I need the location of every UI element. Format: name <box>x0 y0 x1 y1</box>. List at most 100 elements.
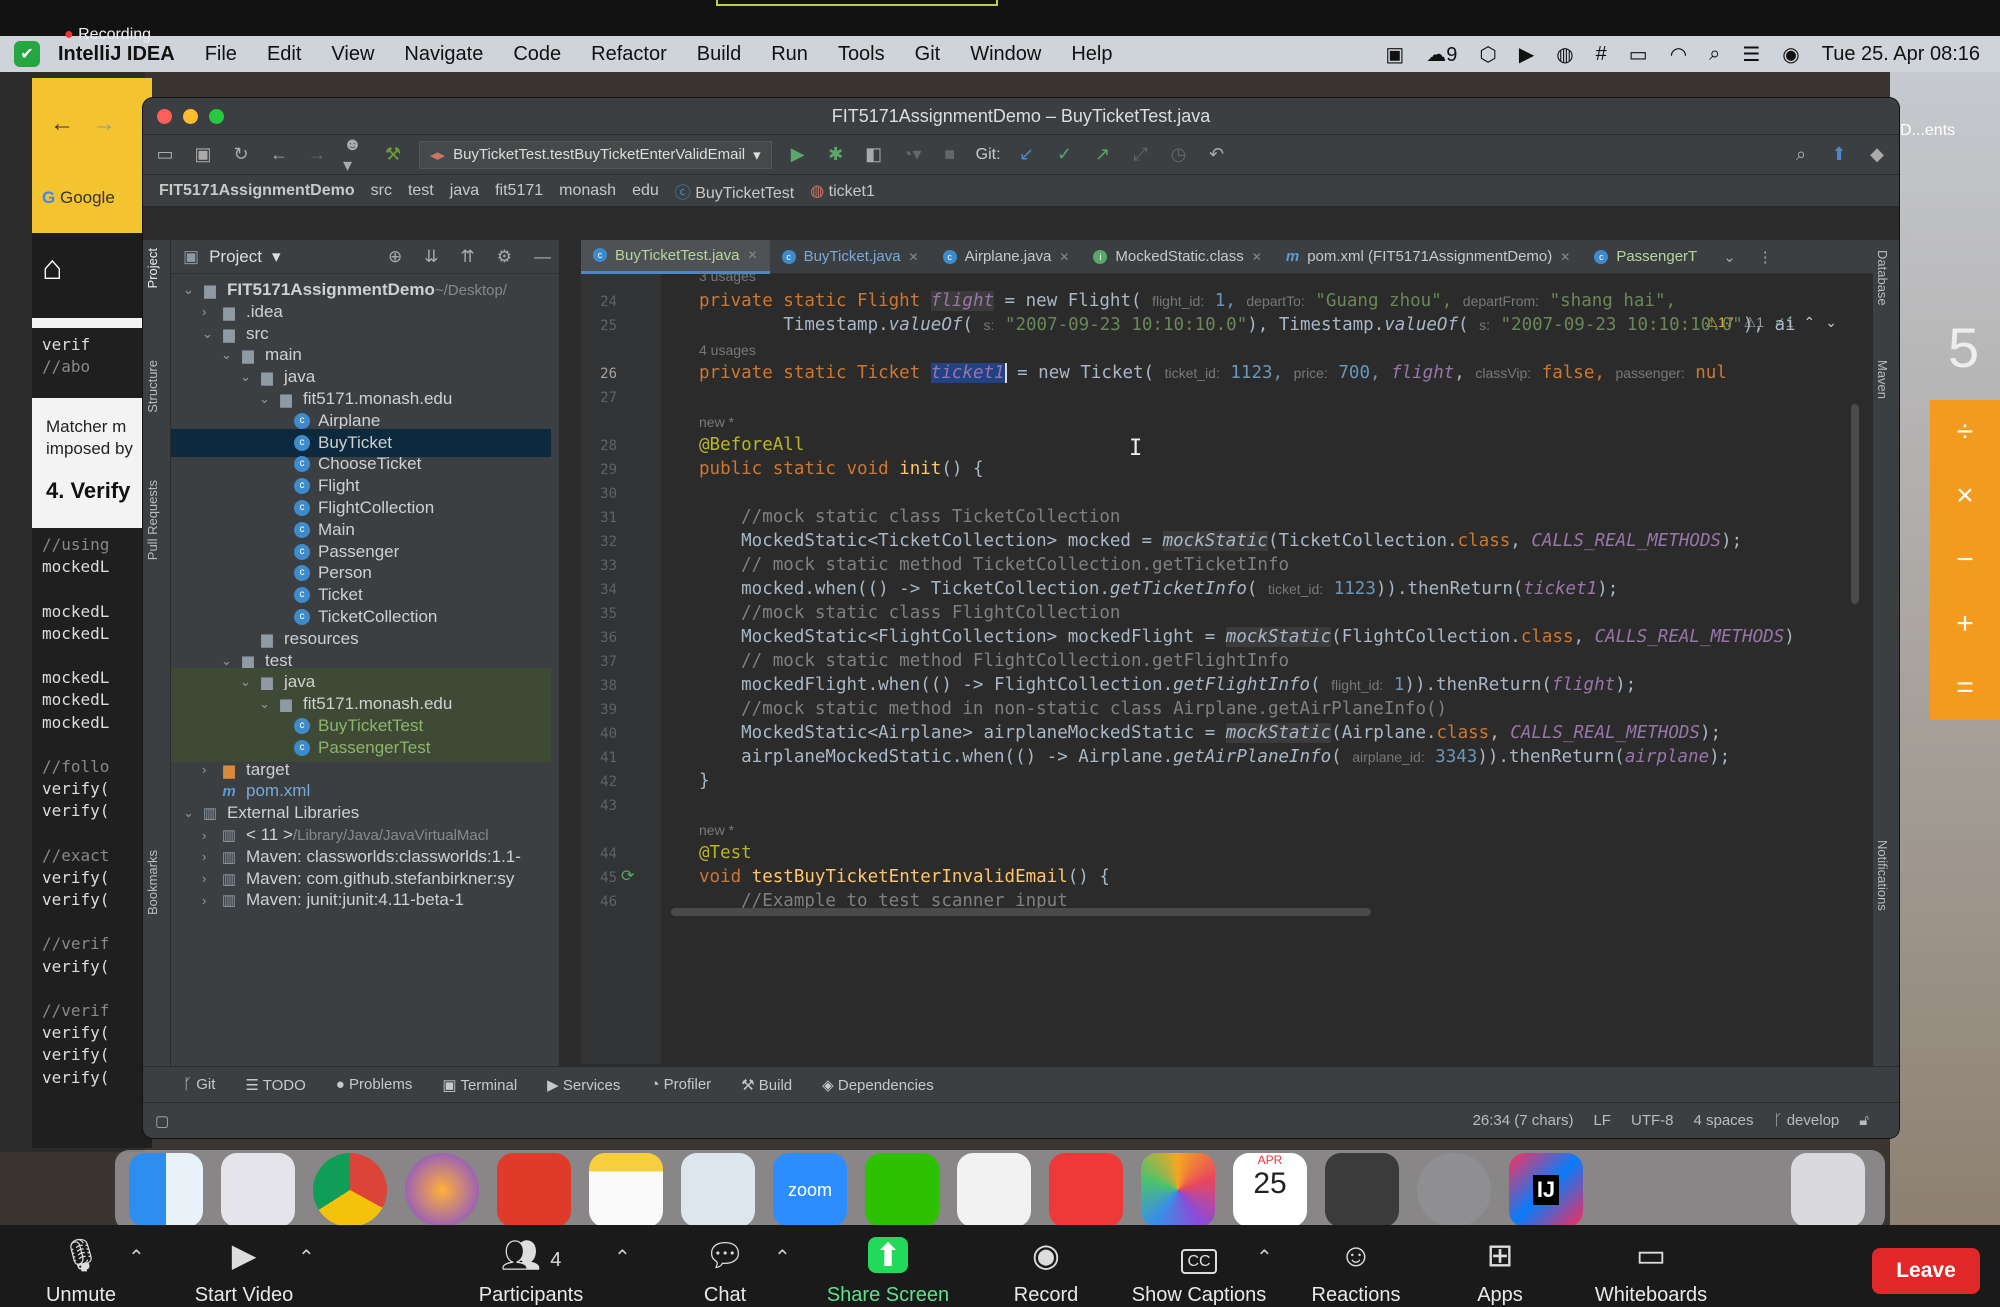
apps-button[interactable]: ⊞ Apps <box>1472 1225 1528 1307</box>
chevron-right-icon[interactable]: › <box>202 762 218 777</box>
project-panel-title[interactable]: Project <box>209 247 262 267</box>
breadcrumb-item[interactable]: test <box>408 182 434 200</box>
preview-icon[interactable] <box>681 1153 755 1227</box>
chevron-right-icon[interactable]: › <box>202 849 218 864</box>
menu-run[interactable]: Run <box>771 43 808 66</box>
rollback-icon[interactable]: ↶ <box>1205 143 1229 167</box>
save-icon[interactable]: ▣ <box>191 143 215 167</box>
git-branch[interactable]: ᚴ develop <box>1774 1112 1840 1129</box>
chevron-down-icon[interactable]: ⌄ <box>1825 314 1837 331</box>
run-configuration-select[interactable]: ◂▸ BuyTicketTest.testBuyTicketEnterValid… <box>419 140 772 169</box>
siri-icon[interactable]: ◉ <box>1782 42 1799 67</box>
app-menu[interactable]: IntelliJ IDEA <box>58 43 175 66</box>
git-push-icon[interactable]: ↗ <box>1091 143 1115 167</box>
chevron-down-icon[interactable]: ⌄ <box>183 805 199 821</box>
multiply-key[interactable]: × <box>1956 479 1974 513</box>
dependencies-tool-tab[interactable]: ◈ Dependencies <box>822 1076 934 1094</box>
code-view[interactable]: ⚠17 ⚠1 ✓1 ⌃ ⌄ 3 usages 24 private static… <box>581 268 1861 1064</box>
bookmarks-tool-tab[interactable]: Bookmarks <box>145 850 160 915</box>
start-video-button[interactable]: ▶︎ Start Video <box>186 1225 302 1307</box>
hide-icon[interactable]: — <box>534 247 551 267</box>
caret-position[interactable]: 26:34 (7 chars) <box>1473 1112 1574 1129</box>
menu-window[interactable]: Window <box>970 43 1041 66</box>
chevron-up-icon[interactable]: ⌃ <box>298 1245 315 1270</box>
line-separator[interactable]: LF <box>1593 1112 1611 1129</box>
chevron-down-icon[interactable]: ⌄ <box>259 696 275 712</box>
zoom-icon[interactable]: zoom <box>773 1153 847 1227</box>
chevron-down-icon[interactable]: ⌄ <box>240 674 256 690</box>
close-window-button[interactable] <box>157 109 172 124</box>
breadcrumb-item[interactable]: java <box>450 182 479 200</box>
back-icon[interactable]: ← <box>50 110 74 138</box>
menu-help[interactable]: Help <box>1071 43 1112 66</box>
trash-icon[interactable] <box>1791 1153 1865 1227</box>
box-icon[interactable]: ⬡ <box>1479 42 1496 67</box>
terminal-tool-tab[interactable]: ▣ Terminal <box>442 1076 517 1094</box>
structure-tool-tab[interactable]: Structure <box>145 360 160 413</box>
close-icon[interactable]: ✕ <box>909 250 919 264</box>
project-tool-tab[interactable]: Project <box>145 248 160 288</box>
close-icon[interactable]: ✕ <box>1560 250 1570 264</box>
stop-icon[interactable]: ■ <box>938 143 962 167</box>
chevron-down-icon[interactable]: ⌄ <box>202 326 218 342</box>
notifications-tool-tab[interactable]: Notifications <box>1875 840 1890 911</box>
equals-key[interactable]: = <box>1956 671 1974 705</box>
services-tool-tab[interactable]: ▶ Services <box>547 1076 620 1094</box>
forward-icon[interactable]: → <box>305 143 329 167</box>
chevron-right-icon[interactable]: › <box>202 828 218 843</box>
tree-node[interactable]: › ▥ Maven: junit:junit:4.11-beta-1 <box>171 886 551 914</box>
expand-all-icon[interactable]: ⇊ <box>424 247 438 267</box>
breadcrumb-item[interactable]: src <box>371 182 392 200</box>
share-screen-button[interactable]: ⬆ Share Screen <box>826 1225 950 1307</box>
breadcrumb-item[interactable]: ◍ ticket1 <box>810 181 875 201</box>
gear-icon[interactable]: ⚙ <box>497 247 512 267</box>
chevron-down-icon[interactable]: ▾ <box>272 247 281 267</box>
tab-passenger-test[interactable]: c PassengerT <box>1582 240 1709 274</box>
back-icon[interactable]: ← <box>267 143 291 167</box>
wifi-icon[interactable]: ◠ <box>1670 42 1687 67</box>
reactions-button[interactable]: ☺︎ Reactions <box>1306 1225 1406 1307</box>
menu-file[interactable]: File <box>205 43 237 66</box>
chevron-up-icon[interactable]: ⌃ <box>614 1245 631 1270</box>
run-icon[interactable]: ▶ <box>786 143 810 167</box>
usages-hint[interactable]: 3 usages <box>699 268 756 284</box>
git-commit-icon[interactable]: ✓ <box>1053 143 1077 167</box>
git-tool-tab[interactable]: ᚴ Git <box>183 1076 215 1093</box>
more-icon[interactable]: ⋮ <box>1758 248 1773 266</box>
forward-icon[interactable]: → <box>92 110 116 138</box>
minus-key[interactable]: − <box>1956 543 1974 577</box>
open-folder-icon[interactable]: ▭ <box>153 143 177 167</box>
debug-icon[interactable]: ✱ <box>824 143 848 167</box>
leave-button[interactable]: Leave <box>1872 1248 1980 1294</box>
chevron-down-icon[interactable]: ⌄ <box>240 369 256 385</box>
indent-setting[interactable]: 4 spaces <box>1693 1112 1753 1129</box>
breadcrumb-item[interactable]: ⓒ BuyTicketTest <box>675 179 794 203</box>
menu-refactor[interactable]: Refactor <box>591 43 667 66</box>
menu-navigate[interactable]: Navigate <box>404 43 483 66</box>
coverage-icon[interactable]: ◧ <box>862 143 886 167</box>
locate-icon[interactable]: ⊕ <box>388 247 402 267</box>
control-center-icon[interactable]: ☰ <box>1742 42 1760 67</box>
menu-build[interactable]: Build <box>697 43 741 66</box>
file-encoding[interactable]: UTF-8 <box>1631 1112 1674 1129</box>
zoom-window-button[interactable] <box>209 109 224 124</box>
chevron-down-icon[interactable]: ⌄ <box>183 282 199 298</box>
clock[interactable]: Tue 25. Apr 08:16 <box>1822 43 1980 66</box>
tab-airplane[interactable]: c Airplane.java ✕ <box>931 240 1082 274</box>
wechat-icon[interactable]: ◍ <box>1556 42 1573 67</box>
lock-icon[interactable]: 🔓︎ <box>1859 1112 1869 1129</box>
tab-pom[interactable]: m pom.xml (FIT5171AssignmentDemo) ✕ <box>1274 240 1582 274</box>
search-everywhere-icon[interactable]: ⌕ <box>1789 143 1813 167</box>
record-button[interactable]: ◉ Record <box>1010 1225 1082 1307</box>
menu-git[interactable]: Git <box>915 43 941 66</box>
minimize-window-button[interactable] <box>183 109 198 124</box>
breadcrumb-item[interactable]: edu <box>632 182 659 200</box>
breadcrumb-item[interactable]: fit5171 <box>495 182 543 200</box>
menu-edit[interactable]: Edit <box>267 43 301 66</box>
todo-tool-tab[interactable]: ☰ TODO <box>245 1076 305 1094</box>
user-icon[interactable]: ☻▾ <box>343 134 367 175</box>
run-test-gutter-icon[interactable]: ⟳ <box>621 866 634 885</box>
history-icon[interactable]: ◷ <box>1167 143 1191 167</box>
chevron-down-icon[interactable]: ⌄ <box>221 653 237 669</box>
vertical-scrollbar[interactable] <box>1851 404 1859 604</box>
